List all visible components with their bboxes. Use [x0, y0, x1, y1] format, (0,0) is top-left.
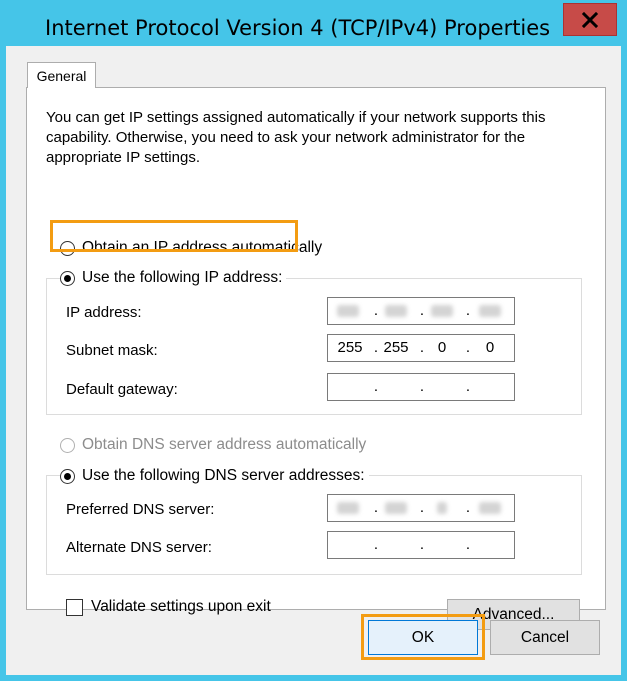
- ip-address-input[interactable]: . . .: [327, 297, 515, 325]
- tab-general[interactable]: General: [27, 62, 96, 88]
- preferred-dns-input[interactable]: . . .: [327, 494, 515, 522]
- radio-circle-selected: [60, 270, 75, 286]
- radio-circle-selected: [60, 468, 75, 484]
- subnet-octet-2: 255: [383, 339, 409, 356]
- subnet-mask-input[interactable]: 255 . 255 . 0 . 0: [327, 334, 515, 362]
- alternate-dns-label: Alternate DNS server:: [66, 539, 212, 556]
- radio-label: Obtain an IP address automatically: [82, 239, 323, 256]
- subnet-octet-3: 0: [437, 339, 447, 356]
- cancel-button[interactable]: Cancel: [490, 620, 600, 655]
- radio-circle-disabled: [60, 437, 75, 453]
- general-tab-panel: You can get IP settings assigned automat…: [26, 87, 606, 630]
- radio-label: Use the following IP address:: [82, 269, 283, 286]
- subnet-octet-4: 0: [485, 339, 495, 356]
- checkbox-box: [66, 598, 83, 616]
- close-icon: [582, 11, 598, 28]
- preferred-dns-label: Preferred DNS server:: [66, 501, 215, 518]
- dialog-client-area: General You can get IP settings assigned…: [6, 46, 621, 675]
- default-gateway-label: Default gateway:: [66, 381, 178, 398]
- intro-text: You can get IP settings assigned automat…: [46, 109, 546, 166]
- validate-settings-checkbox[interactable]: Validate settings upon exit: [66, 598, 271, 616]
- radio-use-following-ip[interactable]: Use the following IP address:: [60, 269, 287, 287]
- radio-obtain-dns-automatically[interactable]: Obtain DNS server address automatically: [60, 436, 366, 454]
- dialog-window: Internet Protocol Version 4 (TCP/IPv4) P…: [0, 0, 627, 681]
- default-gateway-input[interactable]: . . .: [327, 373, 515, 401]
- close-button[interactable]: [563, 3, 617, 36]
- subnet-octet-1: 255: [337, 339, 363, 356]
- radio-obtain-ip-automatically[interactable]: Obtain an IP address automatically: [60, 239, 322, 257]
- dns-server-group: [46, 475, 582, 575]
- radio-circle: [60, 240, 75, 256]
- ok-button[interactable]: OK: [368, 620, 478, 655]
- subnet-mask-label: Subnet mask:: [66, 342, 158, 359]
- window-title: Internet Protocol Version 4 (TCP/IPv4) P…: [45, 16, 551, 40]
- radio-label: Obtain DNS server address automatically: [82, 436, 367, 453]
- checkbox-label: Validate settings upon exit: [91, 598, 271, 615]
- radio-use-following-dns[interactable]: Use the following DNS server addresses:: [60, 467, 369, 485]
- ip-address-label: IP address:: [66, 304, 142, 321]
- radio-label: Use the following DNS server addresses:: [82, 467, 365, 484]
- alternate-dns-input[interactable]: . . .: [327, 531, 515, 559]
